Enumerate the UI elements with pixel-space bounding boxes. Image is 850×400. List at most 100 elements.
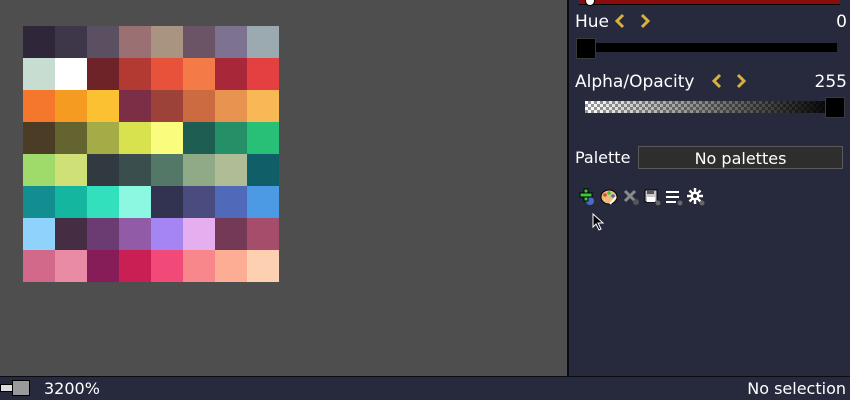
canvas-pixel[interactable] [87,58,119,90]
canvas-pixel[interactable] [55,154,87,186]
hue-decrease-button[interactable] [614,13,628,29]
canvas-pixel[interactable] [183,90,215,122]
alpha-decrease-button[interactable] [711,73,725,89]
save-palette-icon [644,189,661,206]
canvas-pixel[interactable] [23,122,55,154]
canvas-pixel[interactable] [183,58,215,90]
canvas-pixel[interactable] [23,154,55,186]
canvas-pixel[interactable] [119,90,151,122]
pixel-canvas[interactable] [23,26,279,282]
canvas-pixel[interactable] [23,26,55,58]
palette-menu-button[interactable] [665,188,683,206]
canvas-pixel[interactable] [119,186,151,218]
canvas-pixel[interactable] [215,186,247,218]
color-preview-knob[interactable] [585,0,595,6]
chevron-right-icon [640,13,651,29]
canvas-pixel[interactable] [55,186,87,218]
canvas-pixel[interactable] [183,218,215,250]
canvas-pixel[interactable] [215,90,247,122]
palette-settings-icon [687,188,705,206]
canvas-pixel[interactable] [183,250,215,282]
canvas-pixel[interactable] [119,218,151,250]
canvas-pixel[interactable] [119,58,151,90]
canvas-pixel[interactable] [87,26,119,58]
canvas-pixel[interactable] [215,218,247,250]
canvas-pixel[interactable] [87,154,119,186]
canvas-pixel[interactable] [215,250,247,282]
canvas-pixel[interactable] [23,250,55,282]
canvas-pixel[interactable] [247,154,279,186]
canvas-pixel[interactable] [215,154,247,186]
canvas-pixel[interactable] [215,58,247,90]
palette-menu-icon [666,191,683,206]
add-palette-button[interactable] [578,188,596,206]
canvas-pixel[interactable] [247,122,279,154]
palette-select[interactable]: No palettes [638,146,843,169]
canvas-pixel[interactable] [151,58,183,90]
color-preview-slider[interactable] [579,0,840,6]
canvas-pixel[interactable] [119,26,151,58]
hue-slider-handle[interactable] [576,38,596,59]
canvas-pixel[interactable] [119,250,151,282]
canvas-pixel[interactable] [55,218,87,250]
canvas-area[interactable] [0,0,567,376]
canvas-pixel[interactable] [183,122,215,154]
delete-palette-button[interactable] [622,188,640,206]
canvas-pixel[interactable] [247,90,279,122]
canvas-pixel[interactable] [55,26,87,58]
canvas-pixel[interactable] [55,90,87,122]
hue-label: Hue [575,12,610,32]
canvas-pixel[interactable] [23,186,55,218]
canvas-pixel[interactable] [23,90,55,122]
canvas-pixel[interactable] [247,26,279,58]
alpha-value: 255 [814,72,847,92]
edit-palette-icon [600,189,618,205]
canvas-pixel[interactable] [183,186,215,218]
alpha-slider-handle[interactable] [825,97,845,118]
canvas-pixel[interactable] [215,26,247,58]
zoom-level: 3200% [44,379,100,398]
canvas-pixel[interactable] [151,186,183,218]
selection-status: No selection [747,379,846,398]
canvas-pixel[interactable] [151,154,183,186]
hue-increase-button[interactable] [637,13,651,29]
save-palette-button[interactable] [643,188,661,206]
canvas-pixel[interactable] [183,26,215,58]
status-bar: 3200% No selection [0,376,850,400]
chevron-left-icon [614,13,625,29]
canvas-pixel[interactable] [247,58,279,90]
chevron-right-icon [736,73,747,89]
palette-settings-button[interactable] [687,188,705,206]
canvas-pixel[interactable] [87,250,119,282]
canvas-pixel[interactable] [151,250,183,282]
alpha-slider[interactable] [585,101,837,113]
canvas-pixel[interactable] [247,250,279,282]
alpha-label: Alpha/Opacity [575,72,695,92]
canvas-pixel[interactable] [87,218,119,250]
canvas-pixel[interactable] [87,122,119,154]
chevron-left-icon [711,73,722,89]
canvas-pixel[interactable] [247,186,279,218]
canvas-pixel[interactable] [23,58,55,90]
edit-palette-button[interactable] [600,188,618,206]
canvas-pixel[interactable] [87,90,119,122]
canvas-pixel[interactable] [215,122,247,154]
canvas-pixel[interactable] [119,154,151,186]
canvas-pixel[interactable] [87,186,119,218]
canvas-pixel[interactable] [23,218,55,250]
canvas-pixel[interactable] [151,218,183,250]
canvas-pixel[interactable] [119,122,151,154]
canvas-pixel[interactable] [55,250,87,282]
canvas-pixel[interactable] [55,122,87,154]
canvas-pixel[interactable] [151,26,183,58]
canvas-pixel[interactable] [55,58,87,90]
canvas-pixel[interactable] [151,122,183,154]
hue-slider[interactable] [577,43,837,52]
palette-label: Palette [575,148,631,167]
alpha-increase-button[interactable] [733,73,747,89]
canvas-pixel[interactable] [151,90,183,122]
zoom-slider-handle[interactable] [12,380,30,396]
canvas-pixel[interactable] [183,154,215,186]
canvas-pixel[interactable] [247,218,279,250]
color-side-panel: Hue 0 Alpha/Opacity 255 Palette No palet… [569,0,850,376]
